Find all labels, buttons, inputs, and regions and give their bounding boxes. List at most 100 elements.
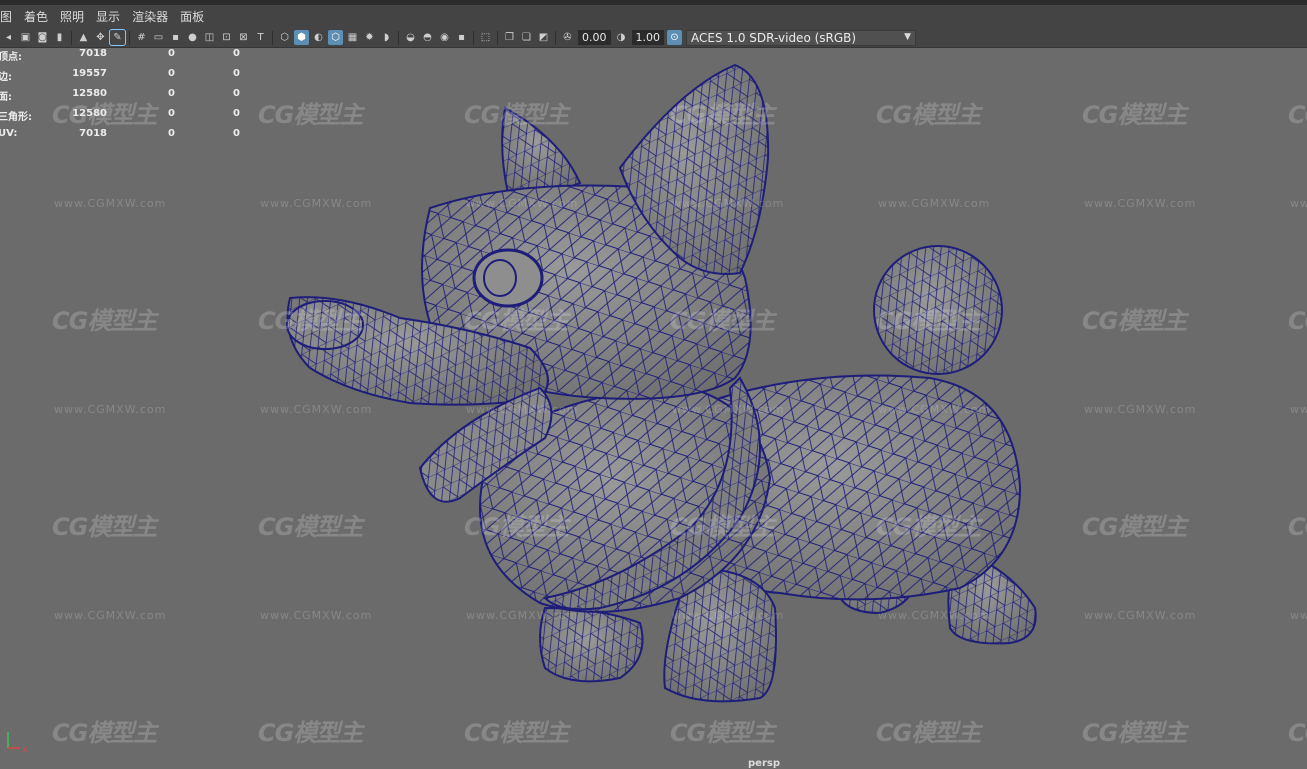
ao-icon[interactable]: ◒ [403,30,418,45]
axis-gizmo: x [7,732,28,755]
textured-icon[interactable]: ▦ [345,30,360,45]
hud-value: 0 [168,48,175,59]
exposure-field[interactable]: 0.00 [578,30,611,45]
watermark-logo: CG模型主 [1288,307,1307,335]
hud-value: 0 [233,128,240,139]
watermark-logo: CG模型主 [876,719,981,747]
watermark-logo: CG模型主 [1082,719,1187,747]
2d-pan-icon[interactable]: ✥ [93,30,108,45]
menu-bar: 图 着色 照明 显示 渲染器 面板 [0,0,1307,28]
grid-icon[interactable]: # [134,30,149,45]
colorspace-value: ACES 1.0 SDR-video (sRGB) [691,30,857,45]
smooth-shade-icon[interactable]: ⬢ [294,30,309,45]
hud-label: 三角形: [0,112,32,123]
corgi-model[interactable] [286,63,1037,703]
watermark-logo: CG模型主 [258,101,363,129]
safe-action-icon[interactable]: ⊡ [219,30,234,45]
watermark-url: www.CGMXW.com [466,403,579,416]
watermark-logo: CG模型主 [670,513,775,541]
watermark-logo: CG模型主 [258,307,363,335]
chevron-down-icon: ▼ [904,31,911,42]
watermark-url: www.CGMXW.com [672,609,785,622]
default-material-icon[interactable]: ◐ [311,30,326,45]
anti-alias-icon[interactable]: ◉ [437,30,452,45]
watermark-url: www.CGMXW.com [1084,403,1197,416]
watermark-url: www.CGMXW.com [878,403,991,416]
gamma-icon[interactable]: ◑ [614,30,629,45]
lights-icon[interactable]: ✹ [362,30,377,45]
separator [497,30,498,45]
watermark-url: www.CGMXW.com [1290,403,1307,416]
watermark-logo: CG模型主 [464,101,569,129]
watermark-logo: CG模型主 [1082,513,1187,541]
watermark-logo: CG模型主 [52,101,157,129]
text-icon[interactable]: T [253,30,268,45]
watermark-url: www.CGMXW.com [54,609,167,622]
separator [555,30,556,45]
menu-view[interactable]: 图 [0,8,18,25]
xray-icon[interactable]: ❐ [502,30,517,45]
grease-pencil-icon[interactable]: ▲ [76,30,91,45]
hud-label: 边: [0,72,12,83]
watermark-logo: CG模型主 [1288,513,1307,541]
motion-blur-icon[interactable]: ◓ [420,30,435,45]
shadows-icon[interactable]: ◗ [379,30,394,45]
depth-of-field-icon[interactable]: ▪ [454,30,469,45]
watermark-logo: CG模型主 [52,513,157,541]
hud-value: 19557 [72,68,107,79]
watermark-logo: CG模型主 [258,513,363,541]
gamma-field[interactable]: 1.00 [631,30,664,45]
hud-row-uvs: UV: 7018 0 0 [0,128,260,148]
gate-mask-icon[interactable]: ● [185,30,200,45]
menu-shading[interactable]: 着色 [24,8,54,25]
hud-value: 0 [233,108,240,119]
watermark-url: www.CGMXW.com [54,197,167,210]
hud-value: 0 [168,128,175,139]
watermark-url: www.CGMXW.com [260,403,373,416]
hud-row-edges: 边: 19557 0 0 [0,68,260,88]
wireframe-on-shaded-icon[interactable]: ⬡ [328,30,343,45]
menu-panels[interactable]: 面板 [180,8,210,25]
hud-value: 0 [233,48,240,59]
separator [129,30,130,45]
isolate-icon[interactable]: ⬚ [478,30,493,45]
hud-value: 0 [168,108,175,119]
colorspace-dropdown[interactable]: ACES 1.0 SDR-video (sRGB) ▼ [686,29,916,46]
watermark-logo: CG模型主 [876,307,981,335]
safe-title-icon[interactable]: ⊠ [236,30,251,45]
menu-show[interactable]: 显示 [96,8,126,25]
separator [71,30,72,45]
watermark-url: www.CGMXW.com [466,609,579,622]
hud-label: 顶点: [0,52,22,63]
hud-value: 7018 [79,48,107,59]
bookmark-icon[interactable]: ◙ [35,30,50,45]
watermark-logo: CG模型主 [876,513,981,541]
wireframe-icon[interactable]: ⬡ [277,30,292,45]
watermark-logo: CG模型主 [464,719,569,747]
field-chart-icon[interactable]: ◫ [202,30,217,45]
camera-attributes-icon[interactable]: ▣ [18,30,33,45]
image-plane-icon[interactable]: ▮ [52,30,67,45]
film-gate-icon[interactable]: ▭ [151,30,166,45]
colorspace-icon[interactable]: ⊙ [667,30,682,45]
xray-joints-icon[interactable]: ❏ [519,30,534,45]
hud-row-vertices: 顶点: 7018 0 0 [0,48,260,68]
camera-select-icon[interactable]: ◂ [1,30,16,45]
xray-components-icon[interactable]: ◩ [536,30,551,45]
menu-renderer[interactable]: 渲染器 [132,8,174,25]
separator [473,30,474,45]
watermark-logo: CG模型主 [52,719,157,747]
watermark-url: www.CGMXW.com [260,609,373,622]
watermark-url: www.CGMXW.com [878,197,991,210]
svg-text:x: x [22,745,28,755]
exposure-icon[interactable]: ✇ [560,30,575,45]
viewport-toolbar: ◂ ▣ ◙ ▮ ▲ ✥ ✎ # ▭ ▪ ● ◫ ⊡ ⊠ T ⬡ ⬢ ◐ ⬡ ▦ … [0,28,1307,48]
watermark-logo: CG模型主 [1288,101,1307,129]
resolution-gate-icon[interactable]: ▪ [168,30,183,45]
watermark-url: www.CGMXW.com [1290,609,1307,622]
watermark-logo: CG模型主 [258,719,363,747]
camera-name-label: persp [748,758,780,769]
watermark-url: www.CGMXW.com [466,197,579,210]
paint-icon[interactable]: ✎ [109,29,126,46]
menu-lighting[interactable]: 照明 [60,8,90,25]
